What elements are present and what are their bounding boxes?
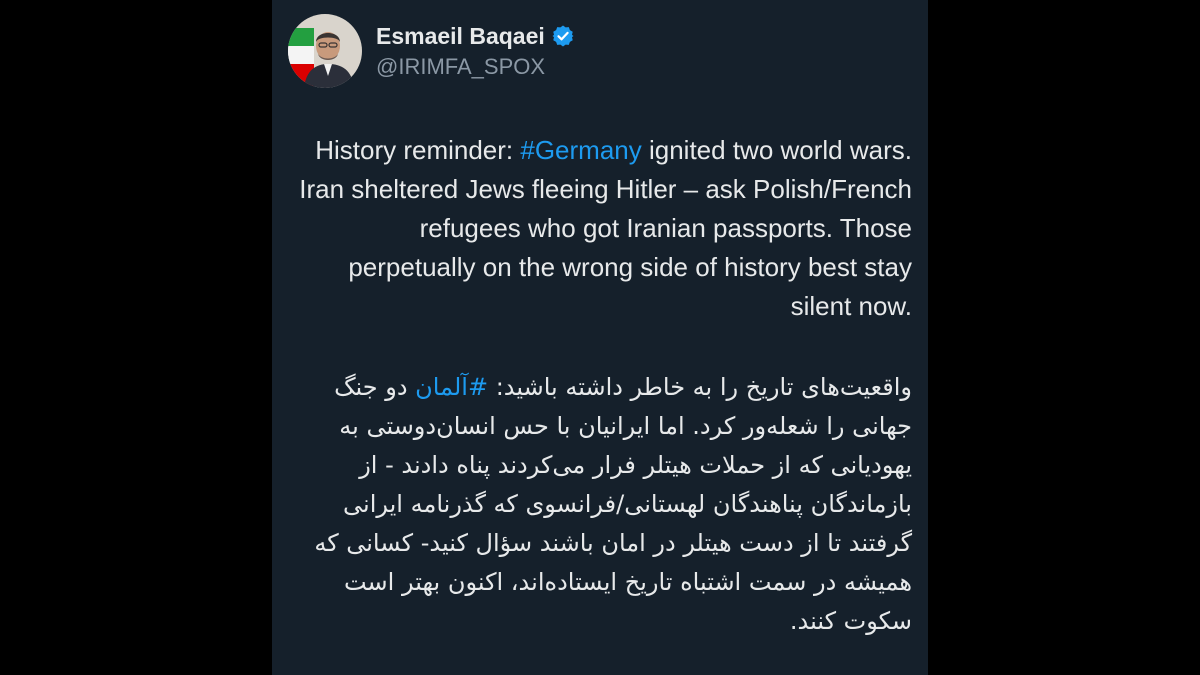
hashtag-link[interactable]: #Germany bbox=[520, 135, 641, 165]
author-names: Esmaeil Baqaei @IRIMFA_SPOX bbox=[376, 22, 575, 81]
tweet-header: Esmaeil Baqaei @IRIMFA_SPOX bbox=[288, 14, 575, 88]
verified-badge-icon bbox=[551, 24, 575, 48]
tweet-text-persian: واقعیت‌های تاریخ را به خاطر داشته باشید:… bbox=[292, 368, 912, 641]
tweet-text-en-pre: History reminder: bbox=[315, 135, 521, 165]
hashtag-link-persian[interactable]: #آلمان bbox=[415, 373, 488, 401]
user-handle[interactable]: @IRIMFA_SPOX bbox=[376, 53, 575, 81]
display-name[interactable]: Esmaeil Baqaei bbox=[376, 22, 545, 50]
name-row: Esmaeil Baqaei bbox=[376, 22, 575, 50]
tweet-text-fa-post: دو جنگ جهانی را شعله‌ور کرد. اما ایرانیا… bbox=[314, 373, 912, 635]
screenshot-stage: Esmaeil Baqaei @IRIMFA_SPOX History remi… bbox=[0, 0, 1200, 675]
tweet-text-fa-pre: واقعیت‌های تاریخ را به خاطر داشته باشید: bbox=[488, 373, 912, 401]
tweet-card: Esmaeil Baqaei @IRIMFA_SPOX History remi… bbox=[272, 0, 928, 675]
tweet-text-english: History reminder: #Germany ignited two w… bbox=[292, 131, 912, 326]
avatar[interactable] bbox=[288, 14, 362, 88]
